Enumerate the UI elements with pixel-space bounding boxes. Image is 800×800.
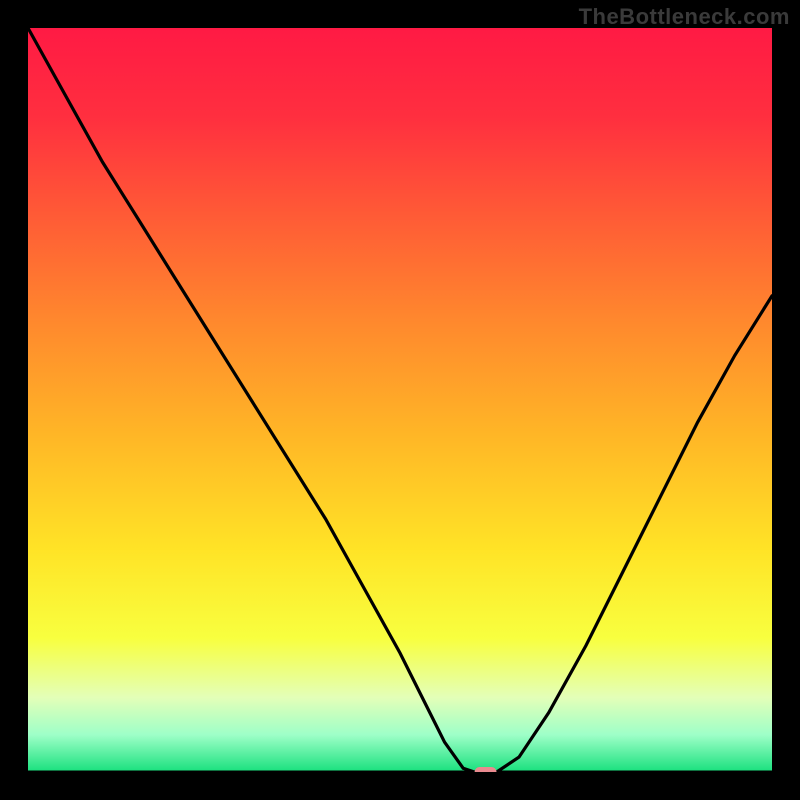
- minimum-marker: [475, 767, 497, 772]
- watermark-text: TheBottleneck.com: [579, 4, 790, 30]
- plot-svg: [28, 28, 772, 772]
- chart-frame: TheBottleneck.com: [0, 0, 800, 800]
- gradient-background: [28, 28, 772, 772]
- plot-area: [28, 28, 772, 772]
